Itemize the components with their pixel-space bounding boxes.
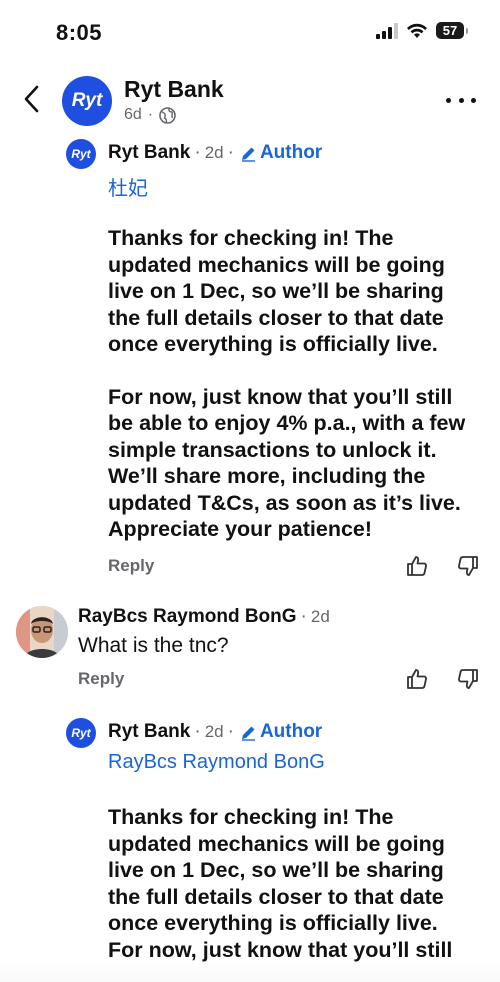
comment-body: What is the tnc? — [78, 634, 229, 657]
post-meta: 6d · — [124, 106, 176, 124]
comment-body: Thanks for checking in! The updated mech… — [108, 804, 478, 982]
author-badge: Author — [240, 142, 322, 164]
status-time: 8:05 — [56, 20, 103, 45]
comment-paragraph: Thanks for checking in! The updated mech… — [108, 226, 445, 356]
ryt-bank-avatar[interactable]: Ryt — [66, 139, 96, 169]
thumbs-up-icon[interactable] — [405, 554, 429, 578]
dot-separator: · — [300, 606, 307, 627]
more-dot — [458, 97, 464, 103]
comment-paragraph: For now, just know that you’ll still be … — [108, 384, 466, 542]
author-badge: Author — [240, 721, 322, 743]
comment-body: Thanks for checking in! The updated mech… — [108, 225, 478, 543]
meta-separator: · — [147, 106, 154, 123]
more-options-button[interactable] — [446, 90, 476, 110]
wifi-icon — [407, 23, 427, 38]
author-badge-label: Author — [259, 142, 323, 163]
comment-author[interactable]: Ryt Bank — [108, 142, 190, 164]
post-age: 6d — [124, 106, 142, 123]
comment-author[interactable]: RayBcs Raymond BonG — [78, 606, 297, 628]
chevron-left-icon — [24, 85, 39, 113]
comment-time: 2d — [204, 143, 224, 162]
battery-icon: 57 — [436, 22, 468, 39]
thumbs-up-icon[interactable] — [405, 667, 429, 691]
ryt-bank-logo[interactable]: Ryt — [62, 76, 112, 126]
pencil-icon — [241, 726, 255, 741]
page-name[interactable]: Ryt Bank — [124, 76, 224, 103]
page-header: Ryt Ryt Bank 6d · — [0, 62, 500, 136]
author-badge-label: Author — [259, 721, 323, 742]
bottom-fade — [0, 962, 500, 982]
status-bar: 8:05 57 — [0, 0, 500, 62]
mention-link[interactable]: 杜妃 — [108, 172, 148, 201]
dot-separator: · — [194, 142, 201, 163]
comment-header: Ryt Bank · 2d · Author — [108, 721, 322, 743]
comment-header: Ryt Bank · 2d · Author — [108, 142, 322, 164]
dot-separator: · — [227, 721, 234, 742]
back-button[interactable] — [16, 82, 46, 116]
status-icons: 57 — [376, 22, 468, 39]
more-dot — [446, 97, 451, 103]
more-dot — [471, 97, 476, 103]
dot-separator: · — [227, 142, 234, 163]
globe-icon — [159, 106, 176, 124]
dot-separator: · — [194, 721, 201, 742]
ryt-bank-avatar[interactable]: Ryt — [66, 718, 96, 748]
comment-time: 2d — [204, 722, 224, 741]
pencil-icon — [241, 147, 255, 162]
reply-button[interactable]: Reply — [78, 669, 124, 689]
comment-header: RayBcs Raymond BonG · 2d — [78, 606, 330, 628]
mention-link[interactable]: RayBcs Raymond BonG — [108, 751, 325, 774]
comment-author[interactable]: Ryt Bank — [108, 721, 190, 743]
thumbs-down-icon[interactable] — [456, 667, 480, 691]
reply-button[interactable]: Reply — [108, 556, 154, 576]
battery-level: 57 — [442, 23, 458, 38]
comment-paragraph: Thanks for checking in! The updated mech… — [108, 805, 445, 935]
avatar[interactable] — [16, 606, 68, 658]
comment-time: 2d — [310, 607, 330, 626]
user-photo-icon — [16, 606, 68, 658]
cellular-signal-icon — [376, 22, 398, 39]
screen: 8:05 57 Ryt Ryt Bank 6d · Ryt Ryt Bank ·… — [0, 0, 500, 982]
thumbs-down-icon[interactable] — [456, 554, 480, 578]
